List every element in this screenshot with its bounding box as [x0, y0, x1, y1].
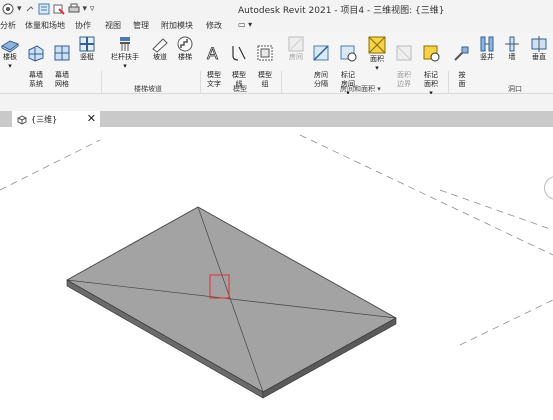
tab-manage[interactable]: 管理: [133, 20, 149, 31]
stair-label: 楼梯: [178, 53, 192, 61]
model-line-button[interactable]: 模型 线: [228, 35, 250, 89]
mullion-button[interactable]: 竖梃: [77, 35, 97, 62]
model-group-icon: [257, 45, 273, 61]
model-group-label: 模型 组: [258, 71, 272, 88]
opening-by-face-label: 按 面: [458, 71, 466, 88]
vertical-opening-icon: [531, 36, 547, 52]
railing-label: 栏杆扶手: [111, 53, 139, 61]
ramp-button[interactable]: 坡道: [150, 35, 170, 62]
curtain-grid-icon: [54, 45, 70, 61]
tag-room-icon: [340, 45, 357, 62]
room-separator-button[interactable]: 房间 分隔: [309, 35, 333, 89]
model-group-button[interactable]: 模型 组: [253, 35, 277, 89]
3d-viewport[interactable]: [0, 127, 553, 416]
vertical-opening-label: 垂直: [532, 53, 546, 61]
3d-view-icon: [17, 110, 27, 129]
group-label-model: 模型: [233, 85, 247, 93]
viewport-drawing: [0, 134, 553, 399]
floor-icon: [1, 40, 19, 53]
railing-icon: [120, 37, 130, 51]
room-label: 房间: [289, 53, 303, 61]
close-hidden-icon[interactable]: [53, 3, 65, 15]
ramp-label: 坡道: [153, 53, 167, 61]
opening-by-face-icon: [454, 46, 469, 61]
ramp-icon: [152, 38, 168, 53]
tab-contextual[interactable]: ▭ ▾: [238, 20, 252, 29]
room-separator-icon: [313, 45, 329, 61]
shaft-icon: [480, 36, 494, 52]
mullion-label: 竖梃: [80, 53, 94, 61]
measure-icon[interactable]: [38, 3, 50, 15]
shaft-label: 竖井: [480, 53, 494, 61]
vertical-opening-button[interactable]: 垂直: [527, 35, 551, 62]
floor-label: 楼板: [3, 53, 17, 61]
title-bar: ▾ ▾ ▿ Autodesk Revit 2021 - 项目4 - 三维视图: …: [0, 0, 553, 18]
group-label-opening: 洞口: [508, 85, 522, 93]
area-icon: [368, 36, 386, 54]
railing-button[interactable]: 栏杆扶手 ▾: [106, 35, 144, 71]
tab-modify[interactable]: 修改: [206, 20, 222, 31]
customize-icon[interactable]: ▾ ▿: [83, 4, 95, 14]
room-button[interactable]: 房间: [285, 35, 307, 62]
tab-view[interactable]: 视图: [105, 20, 121, 31]
shaft-button[interactable]: 竖井: [476, 35, 498, 62]
quick-access-toolbar: ▾ ▾ ▿: [2, 1, 94, 17]
print-icon[interactable]: [68, 3, 80, 15]
model-text-button[interactable]: A 模型 文字: [203, 35, 225, 89]
dropdown-arrow-icon[interactable]: ▾: [17, 4, 22, 14]
curtain-system-label: 幕墙 系统: [29, 71, 43, 88]
model-text-label: 模型 文字: [207, 71, 221, 88]
floor-slab[interactable]: [66, 206, 397, 399]
view-tab-3d[interactable]: {三维} ✕: [12, 111, 100, 127]
tab-collaborate[interactable]: 协作: [75, 20, 91, 31]
window-title: Autodesk Revit 2021 - 项目4 - 三维视图: {三维}: [238, 6, 445, 16]
model-line-icon: [232, 46, 246, 61]
floor-button[interactable]: 楼板 ▾: [0, 35, 20, 71]
area-button[interactable]: 面积 ▾: [365, 35, 389, 73]
area-label: 面积: [370, 55, 384, 63]
curtain-system-icon: [28, 45, 44, 62]
model-text-icon: A: [207, 44, 219, 62]
group-label-stair-ramp: 楼梯坡道: [134, 85, 162, 93]
curtain-grid-label: 幕墙 网格: [55, 71, 69, 88]
wall-opening-icon: [505, 36, 519, 52]
stair-button[interactable]: 楼梯: [174, 35, 196, 62]
tab-analyze[interactable]: 分析: [0, 20, 16, 31]
revit-logo-icon[interactable]: [2, 3, 14, 15]
area-boundary-icon: [396, 45, 412, 61]
tab-massing-site[interactable]: 体量和场地: [25, 20, 65, 31]
ribbon-gap: [0, 94, 553, 111]
group-label-room-area[interactable]: 房间和面积 ▾: [340, 84, 381, 94]
close-icon[interactable]: ✕: [87, 112, 96, 125]
stair-icon: [177, 36, 193, 52]
redo-icon[interactable]: [25, 4, 35, 14]
room-icon: [288, 36, 304, 52]
mullion-icon: [79, 36, 95, 52]
tag-area-label: 标记 面积: [424, 71, 438, 88]
svg-text:A: A: [207, 44, 218, 62]
wall-opening-label: 墙: [508, 53, 516, 61]
curtain-grid-button[interactable]: 幕墙 网格: [51, 35, 73, 89]
curtain-system-button[interactable]: 幕墙 系统: [25, 35, 47, 89]
wall-opening-button[interactable]: 墙: [501, 35, 523, 62]
opening-by-face-button[interactable]: 按 面: [451, 35, 473, 89]
area-boundary-label: 面积 边界: [397, 71, 411, 88]
ribbon-tab-bar: 分析 体量和场地 协作 视图 管理 附加模块 修改 ▭ ▾: [0, 18, 553, 33]
room-separator-label: 房间 分隔: [314, 71, 328, 88]
view-tab-label: {三维}: [31, 114, 58, 124]
area-boundary-button[interactable]: 面积 边界: [392, 35, 416, 89]
ribbon: 楼板 ▾ 幕墙 系统 幕墙 网格 竖梃 栏杆扶手 ▾ 坡道 楼梯 A 模型 文字: [0, 33, 553, 127]
tag-area-icon: [423, 45, 440, 62]
tab-add-ins[interactable]: 附加模块: [161, 20, 193, 31]
